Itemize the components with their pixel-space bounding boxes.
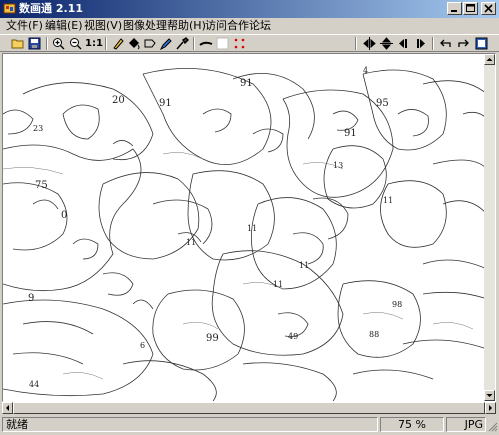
pencil-icon[interactable] — [110, 36, 126, 51]
region-number: 13 — [333, 161, 344, 170]
menu-image-processing[interactable]: 图像处理 — [123, 19, 167, 33]
pen-edit-icon[interactable] — [158, 36, 174, 51]
menu-edit[interactable]: 编辑(E) — [45, 19, 83, 33]
image-format: JPG — [446, 417, 486, 432]
scroll-down-button[interactable] — [484, 390, 495, 401]
scroll-left-button[interactable] — [2, 402, 13, 414]
app-icon[interactable] — [3, 2, 16, 15]
region-number: 49 — [288, 332, 299, 341]
minimize-button[interactable] — [447, 2, 462, 15]
region-number: 88 — [369, 330, 380, 339]
zoom-level: 75 % — [380, 417, 444, 432]
flood-fill-icon[interactable] — [126, 36, 142, 51]
region-number: 44 — [29, 380, 40, 389]
toolbar-separator — [355, 37, 357, 50]
menu-visit-forum[interactable]: 访问合作论坛 — [205, 19, 271, 33]
maximize-button[interactable] — [463, 2, 478, 15]
region-number: 99 — [206, 333, 219, 344]
app-window: 数画通 2.11 文件(F) 编辑(E) 视图(V) 图像处理 帮助(H) 访问… — [0, 0, 499, 433]
scroll-right-button[interactable] — [485, 402, 496, 414]
region-number: 95 — [376, 98, 389, 109]
close-button[interactable] — [481, 2, 496, 15]
canvas-viewport[interactable]: 20 91 91 95 23 91 13 75 11 0 11 11 11 9 … — [2, 53, 496, 402]
horizontal-scrollbar[interactable] — [2, 402, 496, 414]
toolbar-separator — [193, 37, 195, 50]
scroll-up-button[interactable] — [484, 54, 495, 65]
fit-window-icon[interactable] — [474, 36, 490, 51]
status-message: 就绪 — [2, 417, 378, 432]
zoom-out-icon[interactable] — [68, 36, 84, 51]
toolbar-separator — [46, 37, 48, 50]
flip-vertical-icon[interactable] — [379, 36, 395, 51]
region-number: 23 — [33, 124, 44, 133]
mirror-left-icon[interactable] — [396, 36, 412, 51]
flip-horizontal-icon[interactable] — [362, 36, 378, 51]
menu-file[interactable]: 文件(F) — [6, 19, 43, 33]
region-number: 11 — [273, 280, 284, 289]
window-title: 数画通 2.11 — [19, 2, 83, 15]
menu-bar: 文件(F) 编辑(E) 视图(V) 图像处理 帮助(H) 访问合作论坛 — [0, 18, 499, 34]
eyedropper-icon[interactable] — [174, 36, 190, 51]
region-number: 4 — [363, 66, 369, 75]
brush-stroke-icon[interactable] — [198, 36, 214, 51]
region-number: 11 — [383, 196, 394, 205]
horizontal-scroll-thumb[interactable] — [13, 402, 485, 414]
region-number: 11 — [186, 238, 197, 247]
menu-help[interactable]: 帮助(H) — [167, 19, 206, 33]
region-number: 91 — [344, 128, 357, 139]
dots-toggle-icon[interactable] — [232, 36, 248, 51]
menu-view[interactable]: 视图(V) — [84, 19, 122, 33]
actual-size-icon[interactable]: 1:1 — [85, 36, 103, 51]
region-number: 20 — [112, 95, 125, 106]
status-bar: 就绪 75 % JPG — [0, 416, 499, 433]
paint-by-number-canvas[interactable]: 20 91 91 95 23 91 13 75 11 0 11 11 11 9 … — [3, 54, 487, 401]
mirror-right-icon[interactable] — [413, 36, 429, 51]
region-number: 11 — [247, 224, 258, 233]
region-number: 11 — [299, 261, 310, 270]
region-number: 9 — [28, 293, 35, 304]
lasso-icon[interactable] — [142, 36, 158, 51]
region-number: 75 — [35, 180, 48, 191]
region-number: 91 — [159, 98, 172, 109]
grid-toggle-icon[interactable] — [215, 36, 231, 51]
region-number: 98 — [392, 300, 403, 309]
region-number: 0 — [61, 210, 68, 221]
open-folder-icon[interactable] — [10, 36, 26, 51]
toolbar: 1:1 — [0, 34, 499, 52]
undo-icon[interactable] — [438, 36, 454, 51]
region-number: 91 — [240, 78, 253, 89]
toolbar-separator — [105, 37, 107, 50]
region-number: 6 — [140, 341, 146, 350]
vertical-scrollbar[interactable] — [484, 54, 495, 401]
save-disk-icon[interactable] — [27, 36, 43, 51]
toolbar-separator — [432, 37, 434, 50]
zoom-in-icon[interactable] — [51, 36, 67, 51]
outline-drawing — [3, 67, 487, 401]
title-bar[interactable]: 数画通 2.11 — [0, 0, 499, 18]
redo-icon[interactable] — [455, 36, 471, 51]
resize-grip-icon[interactable] — [487, 421, 498, 432]
